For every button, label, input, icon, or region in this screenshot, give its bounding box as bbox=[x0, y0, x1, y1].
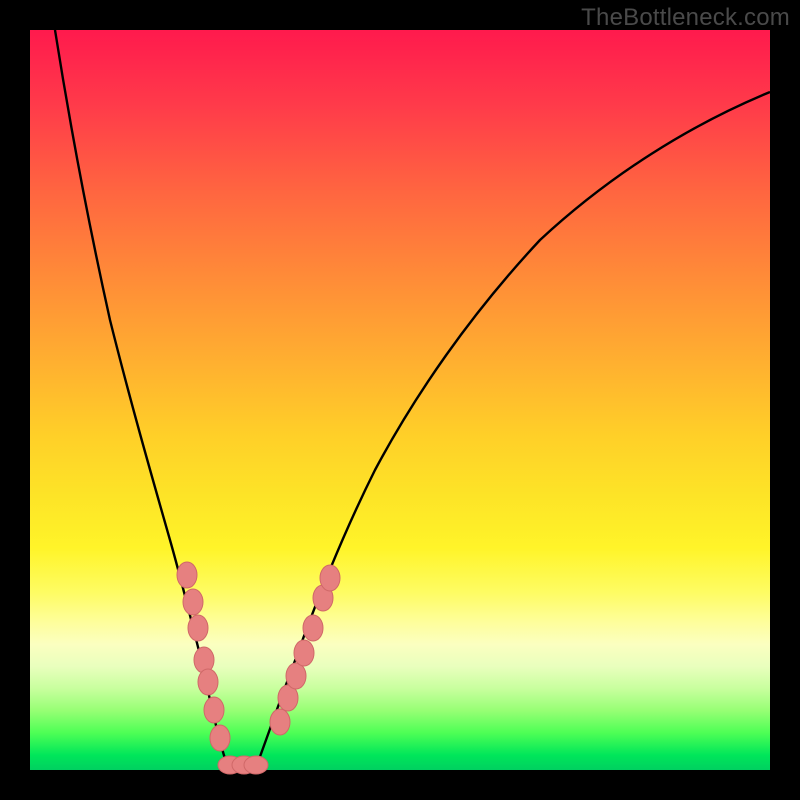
marker-group-bottom bbox=[218, 756, 268, 774]
marker-blob bbox=[294, 640, 314, 666]
marker-blob bbox=[183, 589, 203, 615]
marker-blob bbox=[320, 565, 340, 591]
marker-group-right bbox=[270, 565, 340, 735]
marker-blob bbox=[204, 697, 224, 723]
bottleneck-curve bbox=[55, 30, 770, 768]
bottleneck-curve-svg bbox=[30, 30, 770, 770]
marker-blob bbox=[303, 615, 323, 641]
marker-blob bbox=[286, 663, 306, 689]
marker-blob bbox=[177, 562, 197, 588]
plot-area bbox=[30, 30, 770, 770]
marker-blob bbox=[198, 669, 218, 695]
marker-blob bbox=[244, 756, 268, 774]
marker-blob bbox=[210, 725, 230, 751]
watermark-text: TheBottleneck.com bbox=[581, 4, 790, 32]
marker-group-left bbox=[177, 562, 230, 751]
marker-blob bbox=[188, 615, 208, 641]
marker-blob bbox=[270, 709, 290, 735]
chart-frame: TheBottleneck.com bbox=[0, 0, 800, 800]
